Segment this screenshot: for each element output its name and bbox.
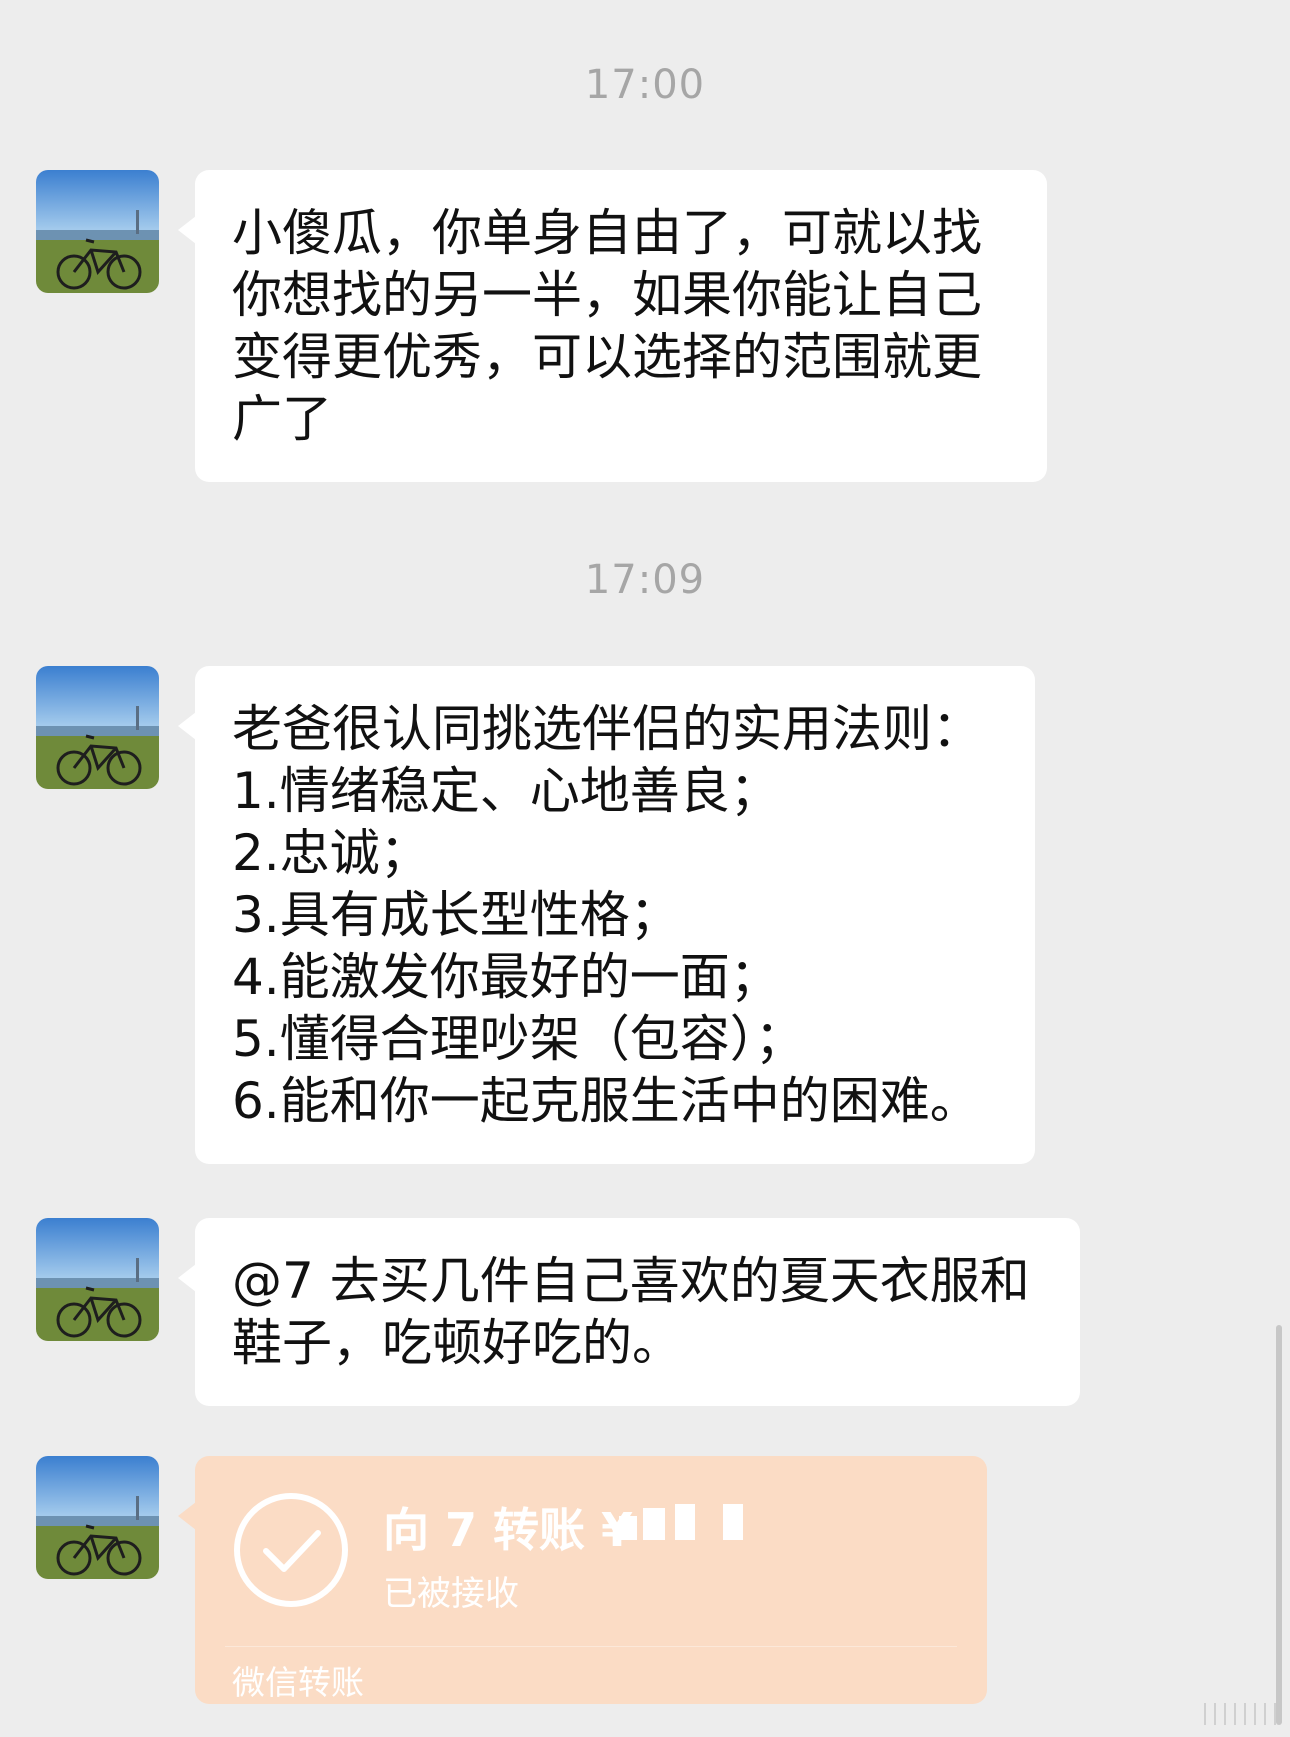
message-bubble[interactable]: 小傻瓜，你单身自由了，可就以找 你想找的另一半，如果你能让自己 变得更优秀，可以… [178,170,1047,482]
transfer-title: 向 7 转账 ¥ [383,1503,634,1557]
message-bubble[interactable]: @7 去买几件自己喜欢的夏天衣服和 鞋子，吃顿好吃的。 [178,1218,1080,1406]
timestamp: 17:09 [584,557,706,603]
message-line: 变得更优秀，可以选择的范围就更 [232,328,982,386]
avatar[interactable] [36,1218,159,1341]
avatar[interactable] [36,1456,159,1579]
message-line: 鞋子，吃顿好吃的。 [232,1314,682,1372]
message-line: 老爸很认同挑选伴侣的实用法则： [232,700,982,758]
message-line: 你想找的另一半，如果你能让自己 [232,266,982,324]
avatar-image [36,1218,159,1341]
avatar[interactable] [36,170,159,293]
amount-mask [643,1508,665,1540]
avatar-image [36,170,159,293]
message-line: 2.忠诚； [232,824,430,882]
message-line: @7 去买几件自己喜欢的夏天衣服和 [232,1252,1030,1310]
timestamp: 17:00 [584,62,706,108]
divider [225,1646,957,1647]
message-line: 4.能激发你最好的一面； [232,948,780,1006]
transfer-card[interactable]: 向 7 转账 ¥ 已被接收 微信转账 [178,1456,987,1704]
message-line: 5.懂得合理吵架（包容）； [232,1010,805,1068]
transfer-footer: 微信转账 [232,1663,364,1702]
avatar[interactable] [36,666,159,789]
message-line: 小傻瓜，你单身自由了，可就以找 [232,204,982,262]
transfer-status: 已被接收 [383,1574,519,1614]
avatar-image [36,1456,159,1579]
amount-mask [675,1504,695,1540]
amount-mask [619,1516,637,1540]
watermark-bars [1204,1703,1276,1725]
message-bubble[interactable]: 老爸很认同挑选伴侣的实用法则： 1.情绪稳定、心地善良； 2.忠诚； 3.具有成… [178,666,1035,1164]
amount-mask [723,1504,743,1540]
message-line: 1.情绪稳定、心地善良； [232,762,780,820]
message-line: 广了 [232,390,332,448]
message-line: 6.能和你一起克服生活中的困难。 [232,1072,980,1130]
check-circle-icon [234,1493,348,1607]
avatar-image [36,666,159,789]
scrollbar[interactable] [1276,1325,1282,1725]
message-line: 3.具有成长型性格； [232,886,680,944]
